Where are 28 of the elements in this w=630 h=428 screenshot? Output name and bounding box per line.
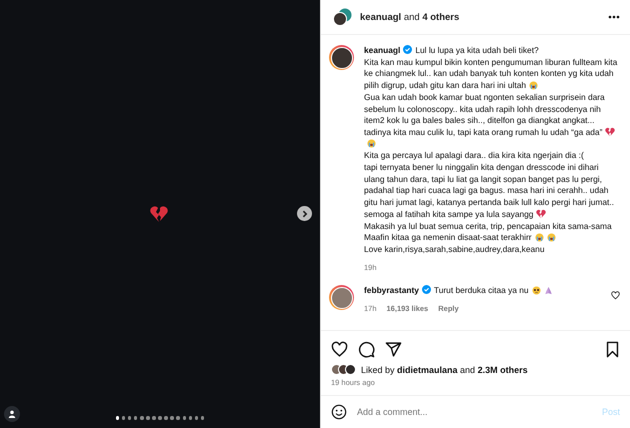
caption-text: Love karin,risya,sarah,sabine,audrey,dara,keanu: [364, 244, 546, 256]
username-link[interactable]: keanuagl: [364, 45, 400, 55]
comment-text: Turut berduka citaa ya nu: [434, 285, 554, 296]
caption-text: Maafin kitaa ga nemenin disaat-saat terakhirr: [364, 232, 620, 244]
share-icon[interactable]: [385, 340, 402, 358]
likes-summary[interactable]: Liked by didietmaulana and 2.3M others: [361, 364, 528, 374]
emoji-icon[interactable]: [331, 404, 347, 420]
caption-text: Kita ga percaya lul apalagi dara.. dia kira kita ngerjain dia :(: [364, 150, 585, 162]
more-options-icon[interactable]: [608, 15, 620, 19]
liker-avatar: [345, 364, 356, 375]
next-button[interactable]: [297, 206, 312, 221]
post-authors[interactable]: keanuagl and 4 others: [360, 12, 600, 22]
caption-text: Gua kan udah book kamar buat ngonten sekalian surprisein dara sebelum lu colonoscopy.. kita udah rapih lohh dresscodenya nih item2 kok lu ga bales bales sih.., ditelfon ga diangkat angkat... tadinya kita mau culik lu, tapi kata orang rumah lu udah “ga ada”: [364, 92, 620, 150]
username-link[interactable]: febbyrastanty: [364, 285, 419, 296]
broken-heart-icon: [149, 204, 169, 224]
stacked-avatars-icon: [333, 8, 352, 26]
like-comment-icon[interactable]: [611, 291, 620, 300]
person-icon: [8, 410, 16, 418]
caption-text: Makasih ya lul buat semua cerita, trip, pencapaian kita sama-sama: [364, 220, 613, 232]
like-icon[interactable]: [331, 340, 348, 358]
caption-text: Kita kan mau kumpul bikin konten pengumuman liburan fullteam kita ke chiangmek lul.. kan udah banyak tuh konten konten yg kita udah pilih digrup, udah gitu kan dara hari ini ultah: [364, 56, 618, 92]
caption-text: tapi ternyata bener lu ninggalin kita dengan dresscode ini dihari ulang tahun dara, tapi lu liat ga langit sopan banget pas lu pergi, padahal tiap hari cuaca lagi ga bagus. masa hari ini cerahh.. udah gitu hari jumat lagi, katanya pertanda baik lull kalo pergi hari jumat.. semoga al fatihah kita sampe ya lula sayangg: [364, 162, 615, 221]
caption-text: Lul lu lupa ya kita udah beli tiket?: [415, 45, 539, 55]
bookmark-icon[interactable]: [605, 340, 620, 358]
comment-icon[interactable]: [358, 340, 375, 358]
chevron-right-icon: [300, 210, 308, 218]
avatar[interactable]: [329, 45, 354, 70]
tagged-user-button[interactable]: [4, 406, 20, 422]
